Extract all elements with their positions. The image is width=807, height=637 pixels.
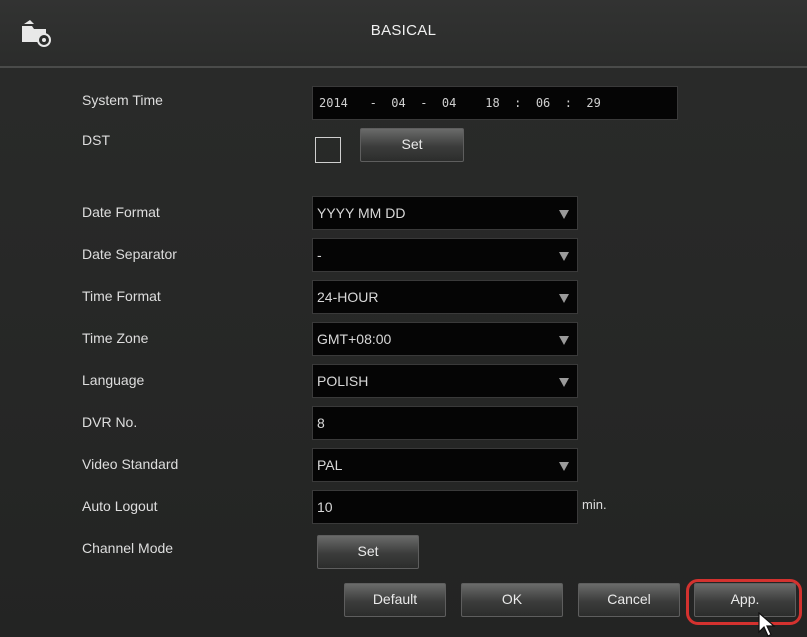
system-time-input[interactable]: 2014 - 04 - 04 18 : 06 : 29	[312, 86, 678, 120]
dvr-no-label: DVR No.	[82, 414, 138, 430]
default-button[interactable]: Default	[344, 583, 446, 617]
dropdown-arrow-icon[interactable]	[559, 462, 569, 471]
auto-logout-label: Auto Logout	[82, 498, 158, 514]
auto-logout-value: 10	[317, 499, 333, 515]
date-separator-select[interactable]: -	[312, 238, 578, 272]
auto-logout-input[interactable]: 10	[312, 490, 578, 524]
dst-label: DST	[82, 132, 110, 148]
time-zone-label: Time Zone	[82, 330, 149, 346]
title-bar: BASICAL	[0, 0, 807, 68]
hour-value[interactable]: 18	[485, 96, 499, 110]
dvr-no-value: 8	[317, 415, 325, 431]
time-format-value: 24-HOUR	[317, 289, 379, 305]
month-value[interactable]: 04	[391, 96, 405, 110]
minute-value[interactable]: 06	[536, 96, 550, 110]
time-format-label: Time Format	[82, 288, 161, 304]
basic-settings-window: BASICAL System Time 2014 - 04 - 04 18 : …	[0, 0, 807, 637]
date-separator-value: -	[317, 247, 322, 263]
second-value[interactable]: 29	[586, 96, 600, 110]
time-separator-2: :	[564, 96, 572, 110]
language-select[interactable]: POLISH	[312, 364, 578, 398]
system-time-label: System Time	[82, 92, 163, 108]
time-zone-select[interactable]: GMT+08:00	[312, 322, 578, 356]
date-separator-1: -	[369, 96, 377, 110]
date-format-value: YYYY MM DD	[317, 205, 406, 221]
dropdown-arrow-icon[interactable]	[559, 336, 569, 345]
day-value[interactable]: 04	[442, 96, 456, 110]
mouse-cursor-icon	[758, 612, 776, 637]
date-separator-2: -	[420, 96, 428, 110]
cancel-button[interactable]: Cancel	[578, 583, 680, 617]
language-label: Language	[82, 372, 145, 388]
video-standard-label: Video Standard	[82, 456, 179, 472]
year-value[interactable]: 2014	[319, 96, 348, 110]
dropdown-arrow-icon[interactable]	[559, 378, 569, 387]
time-format-select[interactable]: 24-HOUR	[312, 280, 578, 314]
date-format-label: Date Format	[82, 204, 160, 220]
dst-set-button[interactable]: Set	[360, 128, 464, 162]
dst-checkbox[interactable]	[315, 137, 341, 163]
time-zone-value: GMT+08:00	[317, 331, 392, 347]
date-separator-label: Date Separator	[82, 246, 177, 262]
video-standard-value: PAL	[317, 457, 343, 473]
auto-logout-unit: min.	[582, 497, 607, 512]
video-standard-select[interactable]: PAL	[312, 448, 578, 482]
time-separator-1: :	[514, 96, 522, 110]
dropdown-arrow-icon[interactable]	[559, 252, 569, 261]
apply-highlight-ring	[686, 579, 802, 625]
dropdown-arrow-icon[interactable]	[559, 294, 569, 303]
channel-mode-label: Channel Mode	[82, 540, 174, 556]
date-format-select[interactable]: YYYY MM DD	[312, 196, 578, 230]
window-title: BASICAL	[370, 22, 437, 39]
dropdown-arrow-icon[interactable]	[559, 210, 569, 219]
channel-mode-set-button[interactable]: Set	[317, 535, 419, 569]
ok-button[interactable]: OK	[461, 583, 563, 617]
dvr-no-input[interactable]: 8	[312, 406, 578, 440]
language-value: POLISH	[317, 373, 369, 389]
